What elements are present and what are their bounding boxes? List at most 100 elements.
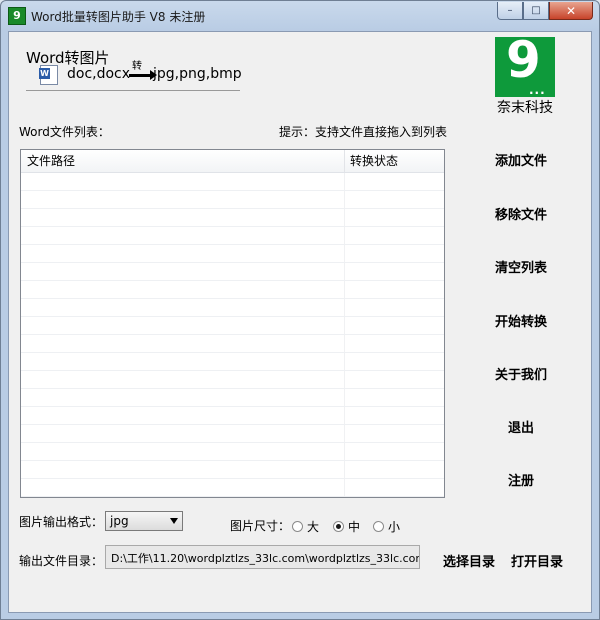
table-row[interactable]: [21, 353, 444, 371]
add-file-button[interactable]: 添加文件: [477, 150, 565, 169]
table-row[interactable]: [21, 299, 444, 317]
cell-path: [21, 227, 345, 244]
cell-status: [345, 461, 444, 478]
cell-status: [345, 317, 444, 334]
cell-path: [21, 443, 345, 460]
size-label: 图片尺寸：: [230, 519, 291, 533]
chevron-down-icon: [170, 518, 178, 524]
table-row[interactable]: [21, 317, 444, 335]
cell-path: [21, 353, 345, 370]
cell-status: [345, 371, 444, 388]
table-row[interactable]: [21, 497, 444, 498]
format-select-value: jpg: [110, 514, 129, 528]
arrow-label: 转: [132, 61, 142, 72]
header-divider: [26, 90, 240, 91]
source-formats: doc,docx: [67, 66, 131, 82]
exit-button[interactable]: 退出: [477, 417, 565, 436]
cell-path: [21, 479, 345, 496]
cell-path: [21, 335, 345, 352]
cell-status: [345, 263, 444, 280]
cell-path: [21, 263, 345, 280]
output-dir-label: 输出文件目录：: [19, 554, 104, 568]
choose-dir-button[interactable]: 选择目录: [443, 551, 495, 570]
table-row[interactable]: [21, 281, 444, 299]
company-logo: 9 ...: [495, 31, 555, 97]
maximize-button[interactable]: □: [523, 2, 549, 20]
cell-path: [21, 299, 345, 316]
remove-file-button[interactable]: 移除文件: [477, 204, 565, 223]
file-list-label: Word文件列表：: [19, 125, 110, 139]
cell-path: [21, 245, 345, 262]
size-small-radio[interactable]: 小: [373, 518, 400, 535]
cell-status: [345, 497, 444, 498]
register-button[interactable]: 注册: [477, 470, 565, 489]
window-title: Word批量转图片助手 V8 未注册: [31, 10, 206, 24]
cell-status: [345, 443, 444, 460]
size-large-radio[interactable]: 大: [292, 518, 319, 535]
app-window: 9 Word批量转图片助手 V8 未注册 – □ ✕ Word转图片 doc,d…: [0, 0, 600, 620]
table-row[interactable]: [21, 479, 444, 497]
target-formats: jpg,png,bmp: [153, 66, 242, 82]
size-small-label: 小: [388, 520, 401, 534]
cell-status: [345, 389, 444, 406]
table-row[interactable]: [21, 443, 444, 461]
open-dir-button[interactable]: 打开目录: [511, 551, 563, 570]
table-row[interactable]: [21, 389, 444, 407]
format-select[interactable]: jpg: [105, 511, 183, 531]
cell-path: [21, 191, 345, 208]
cell-path: [21, 173, 345, 190]
table-row[interactable]: [21, 371, 444, 389]
size-medium-radio[interactable]: 中: [333, 518, 360, 535]
cell-status: [345, 335, 444, 352]
table-row[interactable]: [21, 209, 444, 227]
table-row[interactable]: [21, 425, 444, 443]
size-large-label: 大: [307, 520, 320, 534]
cell-path: [21, 209, 345, 226]
cell-status: [345, 281, 444, 298]
column-header-status[interactable]: 转换状态: [345, 150, 444, 172]
size-medium-label: 中: [348, 520, 361, 534]
format-label: 图片输出格式：: [19, 515, 104, 529]
title-bar[interactable]: 9 Word批量转图片助手 V8 未注册 – □ ✕: [1, 1, 599, 31]
table-row[interactable]: [21, 461, 444, 479]
file-list[interactable]: 文件路径 转换状态: [20, 149, 445, 498]
cell-status: [345, 299, 444, 316]
cell-path: [21, 389, 345, 406]
cell-status: [345, 209, 444, 226]
table-row[interactable]: [21, 173, 444, 191]
table-row[interactable]: [21, 335, 444, 353]
table-row[interactable]: [21, 227, 444, 245]
cell-path: [21, 407, 345, 424]
drag-hint: 提示：支持文件直接拖入到列表: [279, 125, 448, 139]
logo-glyph: 9: [506, 31, 541, 89]
app-icon: 9: [8, 7, 26, 25]
cell-path: [21, 425, 345, 442]
about-button[interactable]: 关于我们: [477, 364, 565, 383]
cell-path: [21, 371, 345, 388]
cell-status: [345, 425, 444, 442]
cell-status: [345, 191, 444, 208]
arrow-right-icon: [129, 70, 157, 80]
cell-path: [21, 461, 345, 478]
close-button[interactable]: ✕: [549, 2, 593, 20]
cell-status: [345, 479, 444, 496]
table-row[interactable]: [21, 245, 444, 263]
file-list-rows: [21, 173, 444, 498]
cell-path: [21, 317, 345, 334]
cell-path: [21, 281, 345, 298]
clear-list-button[interactable]: 清空列表: [477, 257, 565, 276]
table-row[interactable]: [21, 407, 444, 425]
output-dir-field[interactable]: D:\工作\11.20\wordplztlzs_33lc.com\wordplz…: [105, 545, 420, 569]
caption-buttons: – □ ✕: [497, 2, 593, 20]
client-area: Word转图片 doc,docx 转 jpg,png,bmp 9 ... 奈末科…: [8, 31, 592, 613]
column-header-path[interactable]: 文件路径: [21, 150, 345, 172]
radio-circle-icon: [333, 521, 344, 532]
minimize-button[interactable]: –: [497, 2, 523, 20]
cell-status: [345, 173, 444, 190]
start-convert-button[interactable]: 开始转换: [477, 311, 565, 330]
company-name: 奈末科技: [497, 100, 553, 116]
cell-path: [21, 497, 345, 498]
file-list-header: 文件路径 转换状态: [21, 150, 444, 173]
table-row[interactable]: [21, 191, 444, 209]
table-row[interactable]: [21, 263, 444, 281]
